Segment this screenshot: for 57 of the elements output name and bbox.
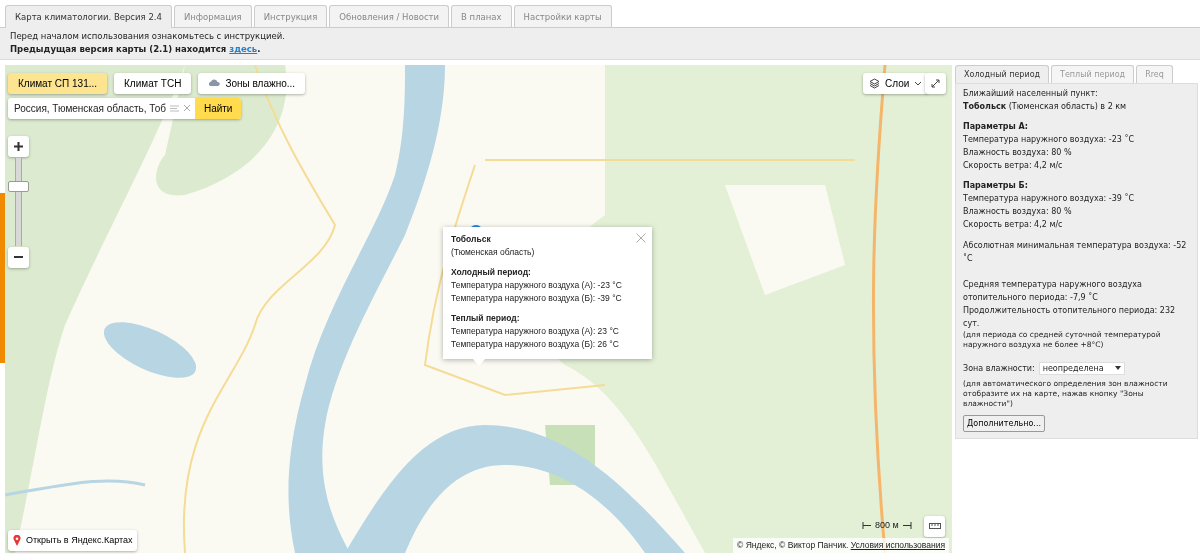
layers-icon	[869, 77, 880, 89]
plus-icon	[14, 141, 23, 151]
panel-text: Средняя температура наружного воздуха отопительного периода: -7,9 ˚C	[963, 278, 1143, 304]
tab[interactable]: Холодный период	[955, 64, 1050, 83]
panel-text: Продолжительность отопительного периода: 232 сут.	[963, 304, 1177, 330]
slider-handle[interactable]	[8, 180, 29, 192]
notice-text: Предыдущая версия карты (2.1) находится здесь.	[10, 42, 262, 56]
layer-button[interactable]: Зоны влажно...	[198, 72, 306, 94]
minus-icon	[14, 256, 23, 259]
panel-text: Скорость ветра: 4,2 м/с	[963, 218, 1064, 231]
caret-icon	[1114, 366, 1121, 371]
popup-text: Температура наружного воздуха (Б): 26 °C	[451, 337, 620, 351]
close-icon[interactable]	[182, 104, 191, 113]
expand-icon	[931, 78, 940, 88]
tab[interactable]: Карта климатологии. Версия 2.4	[5, 5, 172, 28]
terms-link[interactable]: Условия использования	[850, 540, 945, 550]
search-field[interactable]: Россия, Тюменская область, Тоб	[8, 100, 170, 116]
panel-text: Ближайший населенный пункт:	[963, 87, 1099, 100]
zoom-in-button[interactable]	[8, 135, 29, 157]
popup-text: (Тюменская область)	[451, 245, 536, 259]
pin-icon	[13, 534, 21, 546]
field-label: Зона влажности:	[963, 362, 1035, 375]
popup-text: Температура наружного воздуха (А): -23 °C	[451, 278, 622, 292]
panel-text: Влажность воздуха: 80 %	[963, 146, 1073, 159]
chevron-icon	[914, 80, 923, 86]
scale-bar-icon	[862, 522, 871, 529]
ruler-button[interactable]	[924, 515, 945, 537]
zone-select[interactable]: неопределена	[1038, 361, 1125, 375]
panel-heading: Параметры А:	[963, 120, 1029, 133]
popup-text: Температура наружного воздуха (Б): -39 °C	[451, 291, 622, 305]
panel-text: Тобольск (Тюменская область) в 2 км	[963, 100, 1128, 113]
panel-text: Абсолютная минимальная температура воздуха: -52 ˚C	[963, 239, 1188, 265]
panel-text: Температура наружного воздуха: -39 ˚C	[963, 192, 1135, 205]
scale-label: 800 м	[874, 518, 900, 532]
fullscreen-button[interactable]	[925, 72, 946, 94]
layer-button[interactable]: Климат СП 131...	[8, 72, 108, 94]
ruler-icon	[928, 523, 941, 530]
panel-text: Скорость ветра: 4,2 м/с	[963, 159, 1064, 172]
search-button[interactable]: Найти	[194, 97, 242, 119]
popup-heading: Теплый период:	[451, 311, 521, 325]
cloud-icon	[208, 79, 221, 88]
popup-title: Тобольск	[451, 232, 491, 246]
zoom-slider[interactable]	[8, 157, 29, 246]
zoom-out-button[interactable]	[8, 246, 29, 268]
more-button[interactable]: Дополнительно...	[963, 414, 1045, 432]
panel-heading: Параметры Б:	[963, 179, 1029, 192]
panel-text: Влажность воздуха: 80 %	[963, 205, 1073, 218]
popup-text: Температура наружного воздуха (А): 23 °C	[451, 324, 620, 338]
layer-button[interactable]: Климат ТСН	[114, 72, 192, 94]
open-maps-link[interactable]: Открыть в Яндекс.Картах	[8, 529, 138, 551]
attribution-text: © Яндекс, © Виктор Панчик.	[737, 540, 849, 550]
scale-bar-icon	[902, 522, 912, 529]
list-icon[interactable]	[169, 104, 179, 112]
panel-text: Температура наружного воздуха: -23 ˚C	[963, 133, 1135, 146]
close-icon[interactable]	[635, 232, 646, 243]
notice-text: Перед началом использования ознакомьтесь с инструкцией.	[10, 29, 287, 43]
popup-heading: Холодный период:	[451, 265, 532, 279]
